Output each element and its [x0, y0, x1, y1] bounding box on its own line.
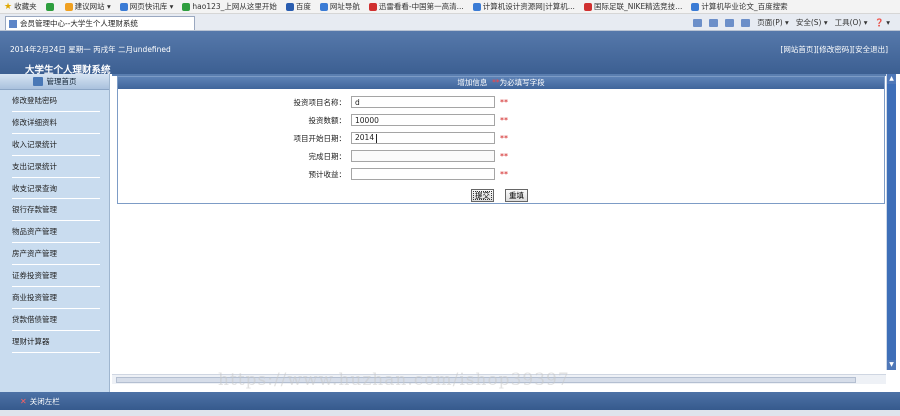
sidebar-item-income-stats[interactable]: 收入记录统计: [12, 134, 100, 156]
vertical-scrollbar[interactable]: ▲ ▼: [886, 74, 896, 370]
date-text: 2014年2月24日 星期一 丙戌年 二月undefined: [10, 45, 171, 54]
feeds-icon[interactable]: [709, 18, 719, 27]
browser-tab-bar: 会员管理中心--大学生个人理财系统 页面(P) ▾ 安全(S) ▾ 工具(O) …: [0, 14, 900, 31]
form-row-investment-amount: 投资数额： **: [118, 114, 886, 127]
hao123-icon: [182, 2, 191, 11]
form-row-end-date: 完成日期： **: [118, 150, 886, 163]
favorite-link[interactable]: hao123_上网从这里开始: [182, 1, 277, 12]
favorite-link[interactable]: 百度: [285, 1, 311, 12]
nav-site-icon: [319, 2, 328, 11]
mail-icon[interactable]: [725, 18, 735, 27]
favorite-link[interactable]: 计算机设计资源网|计算机...: [472, 1, 575, 12]
page-icon: [472, 2, 481, 11]
watermark: https://www.huzhan.com/ishop39397: [218, 370, 570, 390]
print-icon[interactable]: [741, 18, 751, 27]
sidebar-item-business-investment[interactable]: 商业投资管理: [12, 287, 100, 309]
safety-menu[interactable]: 安全(S) ▾: [796, 17, 828, 28]
required-mark: **: [500, 170, 508, 179]
main-content: 增加信息 **为必填写字段 投资项目名称： ** 投资数额： ** 项目开始日期…: [112, 74, 886, 392]
start-date-input[interactable]: 2014: [351, 132, 495, 144]
scroll-down-icon[interactable]: ▼: [887, 360, 896, 370]
site-home-link[interactable]: [网站首页]: [780, 44, 816, 55]
home-icon: [32, 77, 43, 86]
scrollbar-thumb[interactable]: [887, 84, 896, 360]
field-label: 预计收益：: [308, 170, 347, 179]
favorite-link[interactable]: 计算机毕业论文_百度搜索: [691, 1, 788, 12]
page-icon: [9, 19, 17, 28]
sidebar-item-loans[interactable]: 贷款借债管理: [12, 309, 100, 331]
sidebar-item-goods-assets[interactable]: 物品资产管理: [12, 221, 100, 244]
web-slice-icon: [119, 2, 128, 11]
favorite-link[interactable]: 网页快讯库 ▾: [119, 1, 173, 12]
sidebar-item-edit-profile[interactable]: 修改详细资料: [12, 112, 100, 134]
text-cursor-icon: [376, 133, 378, 143]
logout-link[interactable]: [安全退出]: [852, 44, 888, 55]
sidebar-home[interactable]: 管理首页: [0, 74, 109, 90]
field-label: 投资项目名称：: [293, 98, 347, 107]
form-header: 增加信息 **为必填写字段: [118, 77, 884, 89]
add-info-form: 增加信息 **为必填写字段 投资项目名称： ** 投资数额： ** 项目开始日期…: [117, 76, 885, 204]
fifa-icon: [583, 2, 592, 11]
form-row-project-name: 投资项目名称： **: [118, 96, 886, 109]
sidebar-item-records-query[interactable]: 收支记录查询: [12, 178, 100, 200]
form-row-start-date: 项目开始日期： 2014 **: [118, 132, 886, 145]
favorite-link[interactable]: 迅雷看看-中国第一高清...: [368, 1, 464, 12]
sidebar-item-property-assets[interactable]: 房产资产管理: [12, 243, 100, 266]
form-row-expected-return: 预计收益： **: [118, 168, 886, 181]
close-icon: ✕: [20, 397, 27, 406]
header-links: [网站首页] [修改密码] [安全退出]: [780, 44, 888, 55]
scroll-up-icon[interactable]: ▲: [887, 74, 896, 84]
required-mark: **: [500, 152, 508, 161]
home-icon[interactable]: [693, 18, 703, 27]
sidebar-item-bank-deposits[interactable]: 银行存款管理: [12, 199, 100, 222]
page-icon: [691, 2, 700, 11]
add-favorite-icon: [45, 2, 54, 11]
field-label: 项目开始日期：: [293, 134, 347, 143]
add-favorite-button[interactable]: [45, 2, 56, 11]
suggested-sites-icon: [64, 2, 73, 11]
favorite-link[interactable]: 国际足联_NIKE精选竞技...: [583, 1, 682, 12]
favorites-bar: ★ 收藏夹 建议网站 ▾ 网页快讯库 ▾ hao123_上网从这里开始 百度 网址…: [0, 0, 900, 14]
sidebar: 管理首页 修改登陆密码 修改详细资料 收入记录统计 支出记录统计 收支记录查询 …: [0, 74, 110, 392]
sidebar-item-expense-stats[interactable]: 支出记录统计: [12, 156, 100, 178]
field-label: 投资数额：: [308, 116, 347, 125]
required-mark: **: [500, 116, 508, 125]
favorite-link[interactable]: 建议网站 ▾: [64, 1, 111, 12]
app-header: 2014年2月24日 星期一 丙戌年 二月undefined [网站首页] [修…: [0, 31, 900, 76]
star-icon: ★: [4, 1, 13, 12]
footer-bar: ✕ 关闭左栏: [0, 392, 900, 410]
command-toolbar: 页面(P) ▾ 安全(S) ▾ 工具(O) ▾ ❓ ▾: [693, 17, 890, 28]
investment-amount-input[interactable]: [351, 114, 495, 126]
sidebar-item-securities[interactable]: 证券投资管理: [12, 265, 100, 288]
expected-return-input[interactable]: [351, 168, 495, 180]
sidebar-item-calculator[interactable]: 理财计算器: [12, 331, 100, 353]
favorite-link[interactable]: 网址导航: [319, 1, 360, 12]
change-password-link[interactable]: [修改密码]: [816, 44, 852, 55]
tools-menu[interactable]: 工具(O) ▾: [835, 17, 868, 28]
favorites-button[interactable]: ★ 收藏夹: [4, 1, 37, 12]
close-sidebar-button[interactable]: ✕ 关闭左栏: [20, 396, 60, 407]
required-mark: **: [500, 134, 508, 143]
required-mark: **: [500, 98, 508, 107]
submit-button[interactable]: 提交: [471, 189, 494, 202]
field-label: 完成日期：: [308, 152, 347, 161]
end-date-input[interactable]: [351, 150, 495, 162]
status-bar: [0, 410, 900, 416]
baidu-icon: [285, 2, 294, 11]
sidebar-item-change-password[interactable]: 修改登陆密码: [12, 90, 100, 112]
page-menu[interactable]: 页面(P) ▾: [757, 17, 789, 28]
project-name-input[interactable]: [351, 96, 495, 108]
help-menu[interactable]: ❓ ▾: [875, 18, 891, 27]
reset-button[interactable]: 重填: [505, 189, 528, 202]
xunlei-icon: [368, 2, 377, 11]
browser-tab[interactable]: 会员管理中心--大学生个人理财系统: [5, 16, 195, 30]
